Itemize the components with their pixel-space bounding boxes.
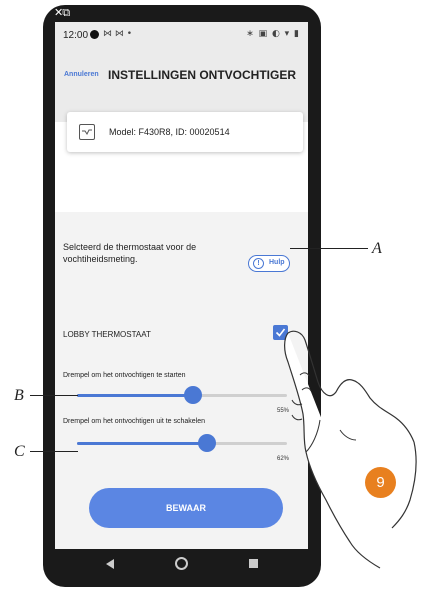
step-number-badge: 9 bbox=[365, 467, 396, 498]
pointing-hand-illustration bbox=[284, 330, 417, 569]
